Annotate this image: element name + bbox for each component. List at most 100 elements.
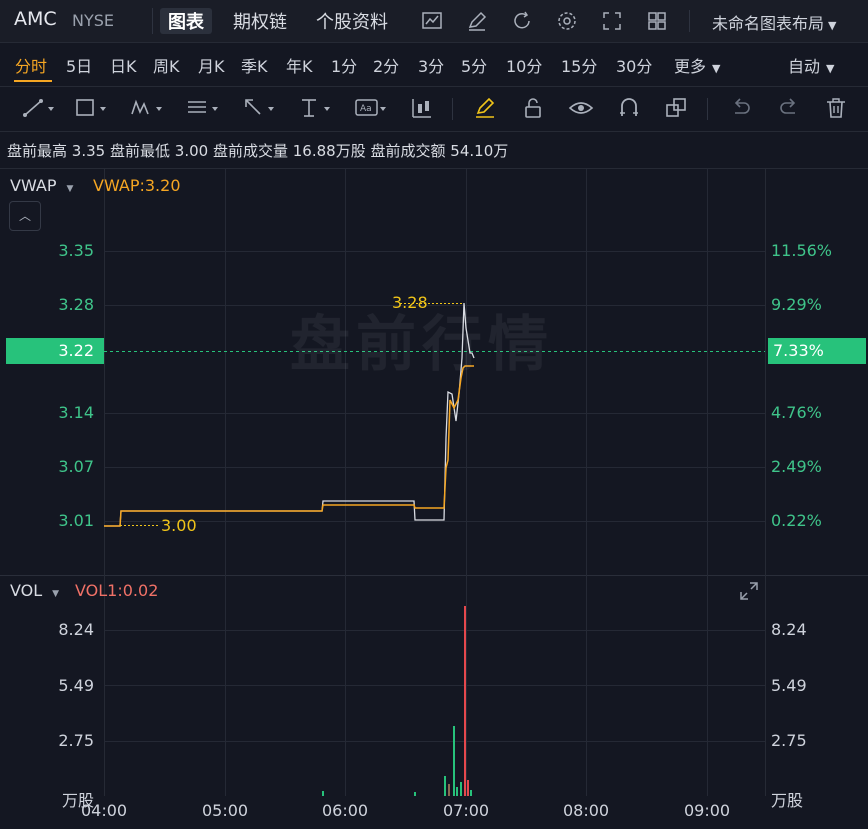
volume-indicator-selector[interactable]: VOL ▼ — [10, 581, 59, 600]
period-tab-3m[interactable]: 3分 — [418, 53, 444, 77]
settings-gear-icon[interactable] — [556, 10, 578, 32]
chevron-down-icon: ▼ — [826, 62, 835, 75]
volume-value: VOL1:0.02 — [75, 581, 159, 600]
trash-icon[interactable] — [824, 96, 850, 120]
volume-bar — [460, 782, 462, 796]
candlestick-tool-icon[interactable] — [410, 96, 436, 120]
period-tab-15m[interactable]: 15分 — [561, 53, 597, 77]
premarket-low-label: 盘前最低 — [109, 142, 170, 160]
scale-mode-label: 自动 — [788, 57, 821, 76]
chart-canvas[interactable] — [0, 168, 868, 829]
period-tab-day[interactable]: 日K — [110, 53, 137, 77]
expand-icon[interactable] — [738, 580, 760, 606]
time-tick: 04:00 — [81, 801, 128, 820]
pct-tick: 2.49% — [771, 457, 822, 476]
volume-unit-right: 万股 — [771, 791, 804, 810]
divider — [689, 10, 690, 32]
pct-tick: 9.29% — [771, 295, 822, 314]
period-tab-week[interactable]: 周K — [153, 53, 180, 77]
svg-text:Aa: Aa — [360, 104, 372, 114]
volume-tick-right: 8.24 — [771, 620, 807, 639]
premarket-low-value: 3.00 — [174, 142, 209, 160]
time-tick: 07:00 — [443, 801, 490, 820]
volume-tick: 5.49 — [58, 676, 94, 695]
scale-mode-selector[interactable]: 自动 ▼ — [788, 53, 834, 77]
active-period-underline — [14, 80, 52, 82]
period-tab-quarter[interactable]: 季K — [241, 53, 268, 77]
time-tick: 05:00 — [202, 801, 249, 820]
premarket-stats: 盘前最高 3.35 盘前最低 3.00 盘前成交量 16.88万股 盘前成交额 … — [7, 140, 508, 161]
arrow-tool-icon[interactable] — [242, 96, 274, 120]
volume-bar — [453, 726, 455, 796]
pct-tick: 4.76% — [771, 403, 822, 422]
premarket-volume-value: 16.88万股 — [292, 142, 366, 160]
divider — [452, 98, 453, 120]
rectangle-tool-icon[interactable] — [74, 96, 106, 120]
tab-stock-profile[interactable]: 个股资料 — [316, 8, 388, 34]
chart-compare-icon[interactable] — [421, 10, 443, 32]
pattern-tool-icon[interactable] — [130, 96, 162, 120]
volume-tick-right: 5.49 — [771, 676, 807, 695]
volume-bar — [470, 790, 472, 796]
time-tick: 09:00 — [684, 801, 731, 820]
premarket-amount-value: 54.10万 — [450, 142, 509, 160]
current-price-label: 3.22 — [6, 338, 104, 364]
edit-icon[interactable] — [466, 10, 488, 32]
magnet-icon[interactable] — [617, 96, 643, 120]
period-tab-month[interactable]: 月K — [198, 53, 225, 77]
volume-tick-right: 2.75 — [771, 731, 807, 750]
symbol-label[interactable]: AMC — [14, 8, 57, 30]
volume-bar — [464, 606, 466, 796]
pen-highlight-icon[interactable] — [473, 96, 499, 120]
unlock-icon[interactable] — [521, 96, 547, 120]
layout-selector[interactable]: 未命名图表布局 ▼ — [712, 10, 836, 34]
layers-icon[interactable] — [664, 96, 690, 120]
time-tick: 06:00 — [322, 801, 369, 820]
chevron-down-icon: ▼ — [712, 62, 721, 75]
tab-chart[interactable]: 图表 — [160, 8, 212, 34]
period-tab-10m[interactable]: 10分 — [506, 53, 542, 77]
divider — [152, 8, 153, 34]
price-tick: 3.07 — [58, 457, 94, 476]
fullscreen-icon[interactable] — [601, 10, 623, 32]
divider — [707, 98, 708, 120]
volume-bar — [414, 792, 416, 796]
chevron-down-icon: ▼ — [66, 184, 74, 194]
redo-icon[interactable] — [777, 96, 803, 120]
pct-tick: 0.22% — [771, 511, 822, 530]
period-tab-5m[interactable]: 5分 — [461, 53, 487, 77]
text-tool-icon[interactable]: Aa — [354, 96, 386, 120]
low-annotation: 3.00 — [161, 516, 197, 535]
grid-layout-icon[interactable] — [646, 10, 668, 32]
period-tab-30m[interactable]: 30分 — [616, 53, 652, 77]
period-tab-timeshare[interactable]: 分时 — [15, 53, 47, 77]
period-tab-1m[interactable]: 1分 — [331, 53, 357, 77]
line-tool-icon[interactable] — [22, 96, 54, 120]
premarket-high-label: 盘前最高 — [7, 142, 68, 160]
vwap-line — [104, 365, 474, 527]
fibonacci-tool-icon[interactable] — [186, 96, 218, 120]
undo-icon[interactable] — [729, 96, 755, 120]
price-tick: 3.28 — [58, 295, 94, 314]
price-tick: 3.35 — [58, 241, 94, 260]
current-pct-label: 7.33% — [768, 338, 866, 364]
period-tab-2m[interactable]: 2分 — [373, 53, 399, 77]
period-tab-year[interactable]: 年K — [286, 53, 313, 77]
high-annotation: 3.28 — [392, 293, 428, 312]
price-indicator-selector[interactable]: VWAP ▼ — [10, 176, 73, 195]
tab-options-chain[interactable]: 期权链 — [233, 8, 287, 34]
period-tab-5d[interactable]: 5日 — [66, 53, 92, 77]
pct-tick: 11.56% — [771, 241, 833, 260]
refresh-icon[interactable] — [511, 10, 533, 32]
eye-visibility-icon[interactable] — [568, 96, 594, 120]
price-range-tool-icon[interactable] — [298, 96, 330, 120]
price-indicator-name: VWAP — [10, 176, 57, 195]
vwap-value: VWAP:3.20 — [93, 176, 181, 195]
period-more-label: 更多 — [674, 57, 707, 76]
period-more[interactable]: 更多 ▼ — [674, 53, 720, 77]
premarket-high-value: 3.35 — [71, 142, 106, 160]
premarket-volume-label: 盘前成交量 — [212, 142, 288, 160]
collapse-chevron-up-icon[interactable]: ︿ — [9, 201, 41, 231]
layout-name: 未命名图表布局 — [712, 14, 825, 33]
volume-bar — [448, 784, 450, 796]
